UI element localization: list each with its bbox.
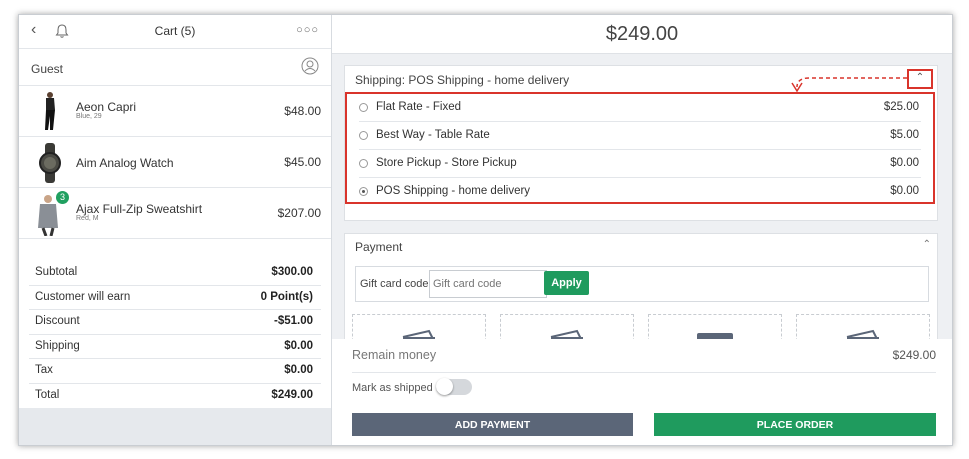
chevron-up-icon[interactable]: ⌃: [923, 239, 931, 250]
totals-label: Tax: [35, 364, 53, 376]
cart-header: ‹ Cart (5) ○○○: [19, 15, 331, 49]
item-name: Ajax Full-Zip Sweatshirt: [76, 202, 203, 216]
totals-row: Subtotal $300.00: [29, 261, 321, 286]
item-name: Aim Analog Watch: [76, 156, 174, 170]
radio-button-selected[interactable]: [359, 187, 368, 196]
totals-row: Total $249.00: [29, 384, 321, 408]
shipping-option-price: $0.00: [890, 157, 919, 169]
totals-label: Total: [35, 388, 60, 401]
gift-card-label: Gift card code: [360, 278, 429, 290]
shipping-header: Shipping: POS Shipping - home delivery: [355, 73, 570, 87]
totals-label: Shipping: [35, 339, 80, 352]
chevron-up-icon[interactable]: ⌃: [907, 69, 933, 89]
apply-button[interactable]: Apply: [544, 271, 589, 295]
totals-row: Customer will earn 0 Point(s): [29, 286, 321, 310]
shipping-section: Shipping: POS Shipping - home delivery ⌃…: [344, 65, 938, 221]
cart-item[interactable]: Aeon Capri Blue, 29 $48.00: [19, 86, 331, 137]
totals-value: 0 Point(s): [260, 290, 313, 303]
remain-money-label: Remain money: [352, 348, 437, 362]
totals-value: $0.00: [284, 364, 313, 376]
shipping-option-price: $25.00: [883, 101, 919, 113]
item-price: $48.00: [284, 104, 321, 118]
shipping-option-label: Flat Rate - Fixed: [376, 101, 461, 113]
totals-row: Tax $0.00: [29, 359, 321, 384]
checkout-panel: $249.00 Shipping: POS Shipping - home de…: [332, 15, 952, 445]
shipping-option-label: Best Way - Table Rate: [376, 129, 490, 141]
totals-label: Customer will earn: [35, 290, 131, 303]
totals-row: Discount -$51.00: [29, 310, 321, 335]
shipping-option-label: Store Pickup - Store Pickup: [376, 157, 517, 169]
item-options: Blue, 29: [76, 113, 102, 120]
pos-checkout-window: ‹ Cart (5) ○○○ Guest Aeon Capri Blue, 29…: [18, 14, 953, 446]
totals-label: Discount: [35, 315, 80, 327]
mark-shipped-label: Mark as shipped: [352, 382, 433, 394]
cart-item[interactable]: Aim Analog Watch $45.00: [19, 137, 331, 188]
radio-button[interactable]: [359, 131, 368, 140]
item-price: $45.00: [284, 155, 321, 169]
totals-value: $300.00: [271, 266, 313, 278]
remain-money-value: $249.00: [892, 348, 936, 362]
cart-totals: Subtotal $300.00 Customer will earn 0 Poin…: [19, 261, 331, 407]
totals-label: Subtotal: [35, 266, 78, 278]
shipping-option-price: $5.00: [890, 129, 919, 141]
shipping-option[interactable]: Best Way - Table Rate $5.00: [359, 122, 921, 150]
gift-card-input[interactable]: [429, 270, 547, 298]
gift-card-row: Gift card code Apply: [355, 266, 929, 302]
shipping-option[interactable]: POS Shipping - home delivery $0.00: [359, 178, 921, 205]
shipping-option-price: $0.00: [890, 185, 919, 197]
radio-button[interactable]: [359, 103, 368, 112]
cart-footer: [19, 408, 331, 445]
item-options: Red, M: [76, 215, 99, 222]
shipping-options: Flat Rate - Fixed $25.00 Best Way - Table…: [345, 92, 935, 204]
customer-name: Guest: [31, 62, 64, 76]
place-order-button[interactable]: PLACE ORDER: [654, 413, 936, 436]
mark-shipped-toggle[interactable]: [436, 378, 472, 395]
payment-section: Payment ⌃ Gift card code Apply: [344, 233, 938, 345]
divider: [352, 372, 936, 373]
totals-row: Shipping $0.00: [29, 335, 321, 359]
toggle-knob: [436, 378, 453, 395]
payment-header: Payment: [355, 240, 403, 254]
shipping-option[interactable]: Flat Rate - Fixed $25.00: [359, 94, 921, 122]
product-thumbnail-capri: [45, 92, 55, 130]
totals-value: $0.00: [284, 339, 313, 352]
customer-row[interactable]: Guest: [19, 49, 331, 86]
shipping-option-label: POS Shipping - home delivery: [376, 185, 531, 197]
item-price: $207.00: [277, 206, 321, 220]
more-options-icon[interactable]: ○○○: [296, 24, 319, 36]
totals-value: -$51.00: [273, 315, 313, 327]
totals-value: $249.00: [271, 388, 313, 401]
cart-panel: ‹ Cart (5) ○○○ Guest Aeon Capri Blue, 29…: [19, 15, 332, 445]
cart-title: Cart (5): [154, 24, 196, 38]
grand-total: $249.00: [332, 15, 952, 54]
shipping-option[interactable]: Store Pickup - Store Pickup $0.00: [359, 150, 921, 178]
customer-icon[interactable]: [301, 57, 319, 80]
quantity-badge: 3: [56, 191, 69, 204]
radio-button[interactable]: [359, 159, 368, 168]
checkout-footer: Remain money $249.00 Mark as shipped ADD…: [332, 339, 952, 445]
cart-item[interactable]: 3 Ajax Full-Zip Sweatshirt Red, M $207.0…: [19, 188, 331, 239]
product-thumbnail-watch: [39, 143, 61, 183]
item-name: Aeon Capri: [76, 100, 137, 114]
add-payment-button[interactable]: ADD PAYMENT: [352, 413, 633, 436]
